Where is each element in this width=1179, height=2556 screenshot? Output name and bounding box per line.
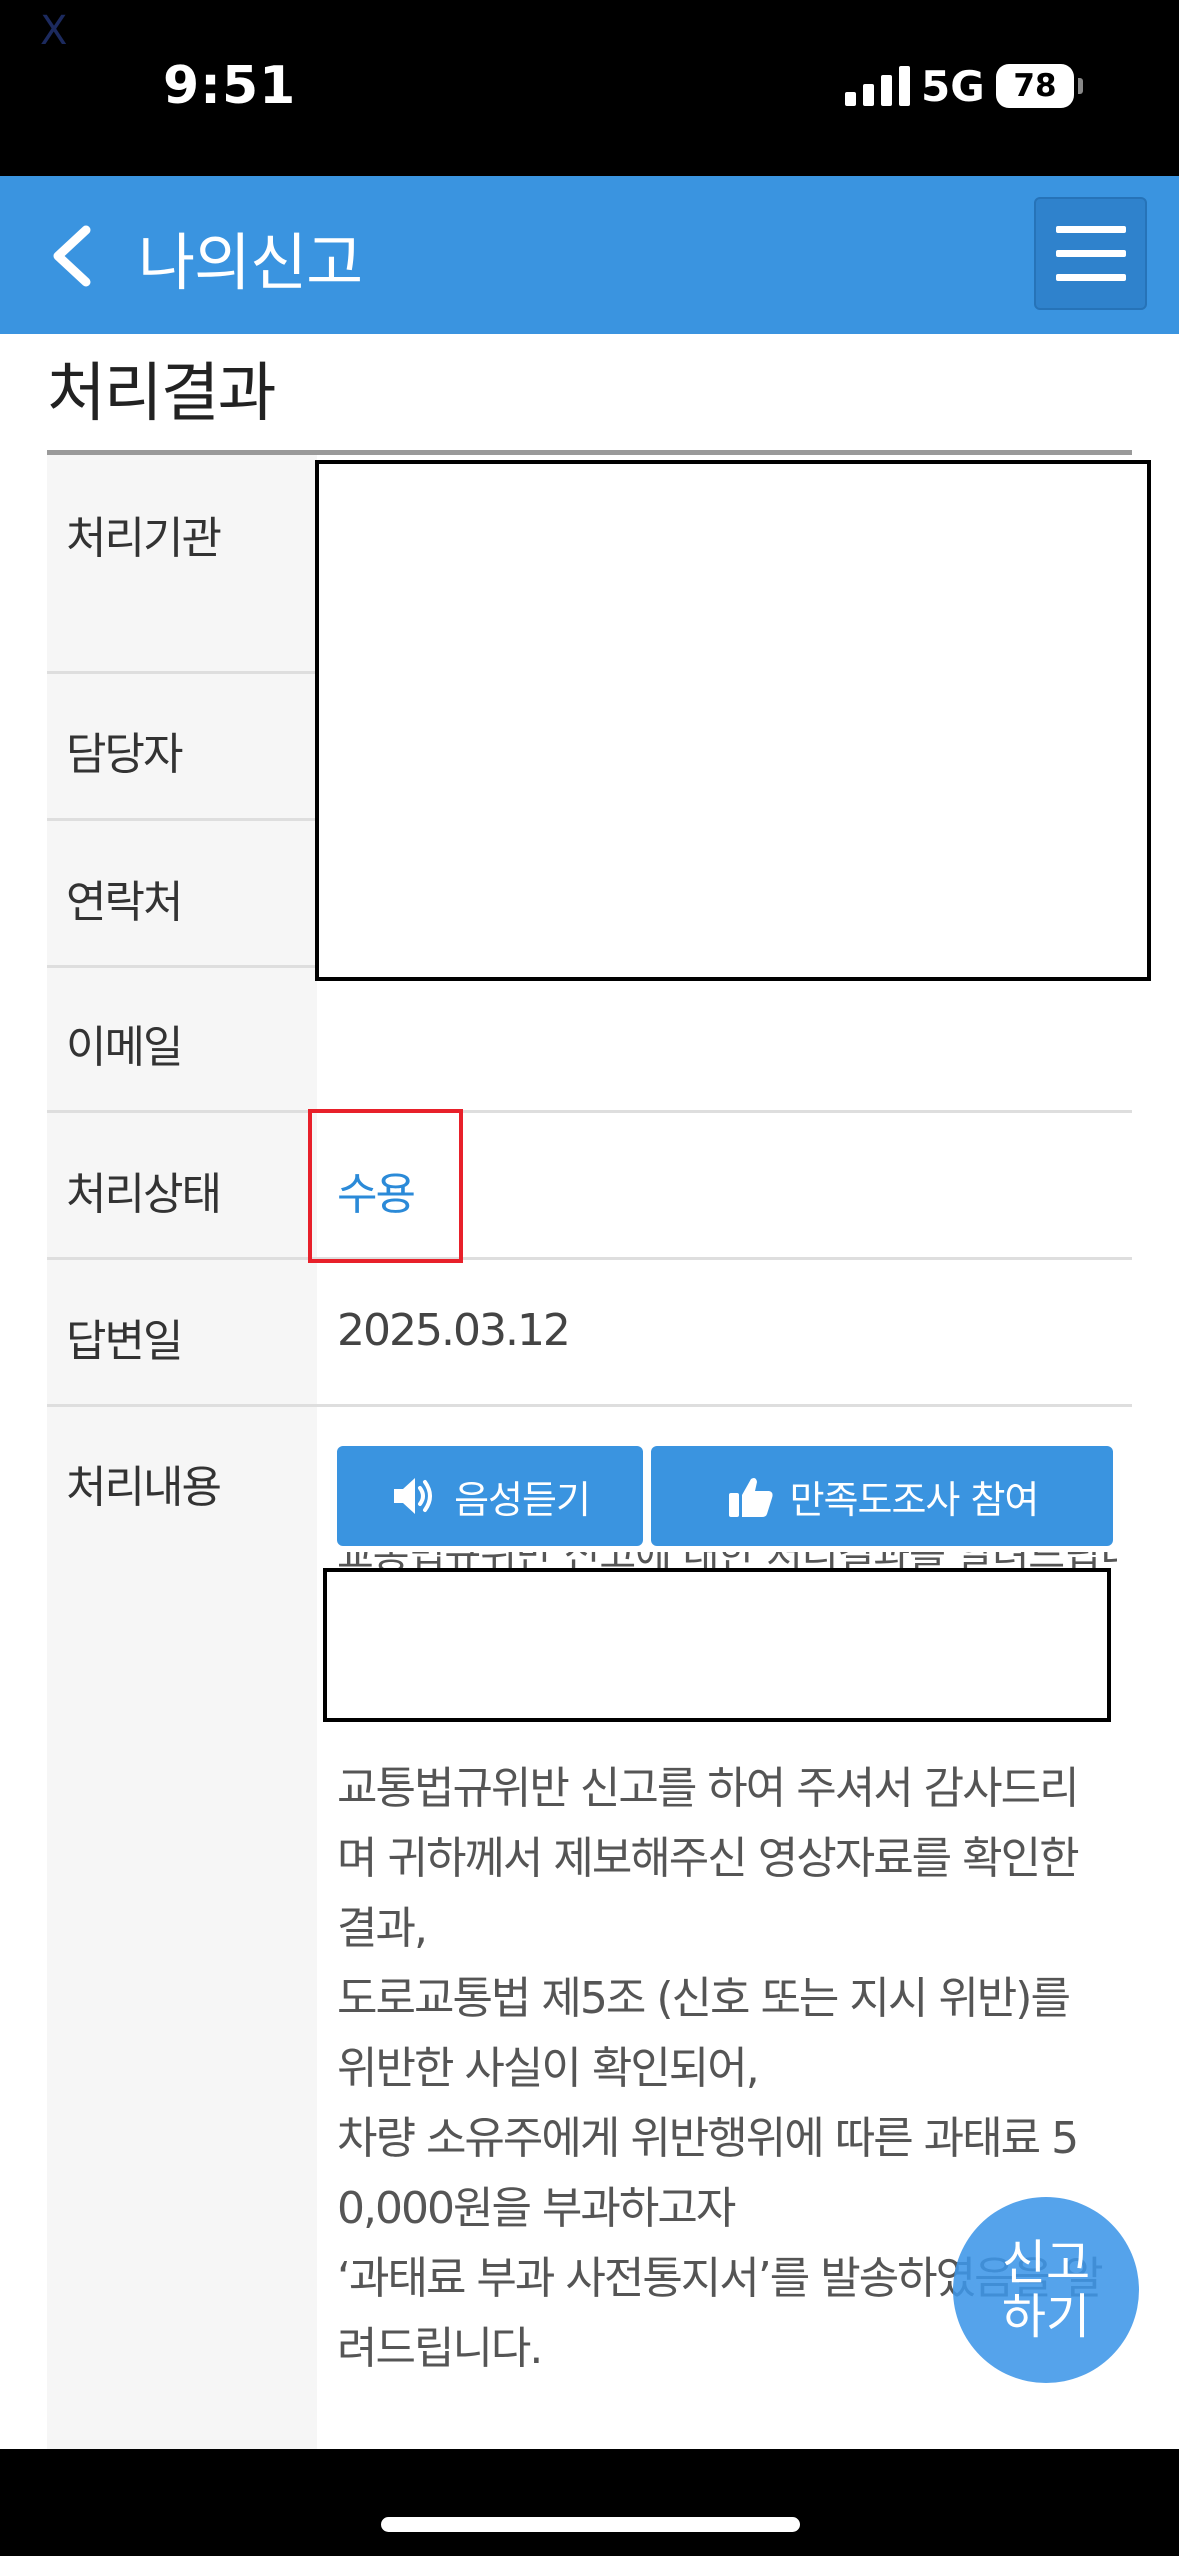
manager-label: 담당자	[66, 729, 183, 780]
answer-date-label: 답변일	[66, 1316, 183, 1367]
chevron-left-icon	[53, 225, 91, 287]
answer-date-value: 2025.03.12	[337, 1305, 571, 1356]
fab-label-line2: 하기	[1001, 2289, 1091, 2345]
survey-button[interactable]: 만족도조사 참여	[651, 1446, 1113, 1546]
body-line: 도로교통법 제5조 (신호 또는 지시 위반)를	[337, 1973, 1071, 2024]
signal-icon	[845, 62, 910, 106]
thumbs-up-icon	[728, 1478, 773, 1517]
body-line: 교통법규위반 신고를 하여 주셔서 감사드리	[337, 1763, 1080, 1814]
menu-button[interactable]	[1034, 197, 1147, 310]
app-header: 나의신고	[0, 176, 1179, 334]
speaker-icon	[394, 1478, 433, 1514]
page-title: 나의신고	[138, 226, 363, 299]
voice-button[interactable]: 음성듣기	[337, 1446, 643, 1546]
status-highlight-box	[308, 1109, 463, 1263]
hamburger-menu-icon	[1055, 226, 1126, 233]
row-divider	[47, 1404, 1132, 1407]
back-button[interactable]	[44, 216, 114, 296]
survey-button-label: 만족도조사 참여	[789, 1477, 1040, 1522]
agency-label: 처리기관	[66, 513, 222, 564]
redaction-box	[315, 460, 1151, 981]
body-line: 위반한 사실이 확인되어,	[337, 2043, 760, 2094]
home-bar-area	[0, 2449, 1179, 2556]
body-line: 차량 소유주에게 위반행위에 따른 과태료 5	[337, 2113, 1079, 2164]
report-fab-button[interactable]: 신고 하기	[953, 2197, 1139, 2383]
body-line: 결과,	[337, 1903, 428, 1954]
email-label: 이메일	[66, 1022, 183, 1073]
home-indicator[interactable]	[381, 2517, 800, 2532]
contact-label: 연락처	[66, 877, 183, 928]
status-label: 처리상태	[66, 1169, 222, 1220]
battery-level: 78	[1013, 68, 1057, 104]
content-label: 처리내용	[66, 1462, 222, 1513]
row-divider	[47, 1110, 1132, 1113]
body-line: 며 귀하께서 제보해주신 영상자료를 확인한	[337, 1833, 1080, 1884]
section-title: 처리결과	[47, 357, 277, 431]
battery-icon: 78	[996, 64, 1083, 108]
content-area[interactable]: 처리결과 처리기관 담당자 연락처 이메일 처리상태 수용 답변일 2025.0…	[0, 334, 1179, 2449]
redaction-box	[323, 1568, 1111, 1722]
status-time: 9:51	[163, 56, 297, 116]
network-label: 5G	[921, 62, 985, 111]
status-bar: X 9:51 5G 78	[0, 0, 1179, 176]
fab-label-line1: 신고	[1001, 2235, 1091, 2291]
row-divider	[47, 1257, 1132, 1260]
corner-mark: X	[40, 8, 68, 54]
voice-button-label: 음성듣기	[454, 1477, 591, 1522]
